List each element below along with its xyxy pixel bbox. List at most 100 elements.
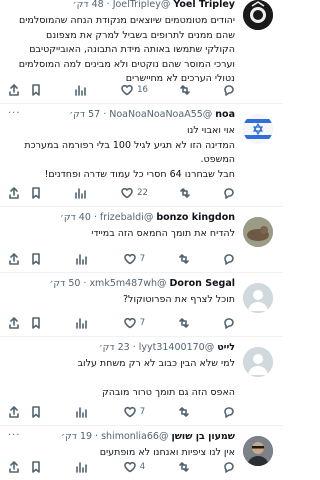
views-button[interactable]	[75, 406, 91, 418]
like-button[interactable]: 4	[123, 461, 146, 473]
tweet-actions: 16	[8, 83, 235, 97]
like-button[interactable]: 7	[123, 253, 145, 265]
share-button[interactable]	[8, 253, 20, 265]
timestamp[interactable]: 23 דק׳	[99, 341, 130, 355]
reply-button[interactable]	[223, 84, 235, 96]
bookmark-icon	[32, 187, 40, 199]
views-button[interactable]	[74, 187, 90, 199]
bookmark-button[interactable]	[30, 406, 42, 418]
share-button[interactable]	[8, 317, 20, 329]
author-handle[interactable]: @lyyt31400170	[139, 341, 214, 355]
heart-icon	[123, 317, 136, 329]
avatar[interactable]	[243, 0, 273, 30]
author-name[interactable]: noa	[215, 108, 235, 122]
reply-icon	[224, 188, 234, 199]
tweet-text: להדיח את תומך החמאס הזה במיידי	[8, 227, 235, 242]
author-name[interactable]: Doron Segal	[170, 277, 235, 291]
views-button[interactable]	[75, 461, 91, 473]
reply-icon	[224, 462, 234, 473]
author-handle[interactable]: @xmk5m487wh	[89, 277, 166, 291]
views-button[interactable]	[75, 317, 91, 329]
views-icon	[76, 407, 87, 418]
tweet-actions: 7	[8, 252, 235, 266]
retweet-button[interactable]	[179, 187, 191, 199]
tweet[interactable]: noa @NoaNoaNoaNoaA55 · 57 דק׳ ··· אוי וא…	[0, 104, 283, 207]
timestamp[interactable]: 48 דק׳	[73, 0, 104, 12]
tweet-text: למי שלא הבין כבוב לא רק משחת עלוב האפס ה…	[8, 357, 235, 401]
reply-icon	[224, 318, 234, 329]
retweet-button[interactable]	[178, 253, 190, 265]
reply-button[interactable]	[223, 406, 235, 418]
views-button[interactable]	[74, 84, 90, 96]
more-options-icon[interactable]: ···	[8, 430, 21, 441]
like-count: 4	[139, 462, 146, 472]
author-name[interactable]: שמעון בן שושן	[171, 430, 235, 444]
timestamp[interactable]: 19 דק׳	[61, 430, 92, 444]
share-button[interactable]	[8, 187, 20, 199]
bookmark-button[interactable]	[30, 461, 42, 473]
more-options-icon[interactable]: ···	[8, 108, 21, 119]
reply-button[interactable]	[223, 187, 235, 199]
bookmark-button[interactable]	[30, 84, 42, 96]
avatar[interactable]	[243, 347, 273, 377]
text-line: המשפט.	[200, 154, 235, 165]
retweet-icon	[179, 407, 189, 417]
views-icon	[76, 462, 87, 473]
text-line	[8, 372, 235, 387]
timestamp[interactable]: 40 דק׳	[60, 211, 91, 225]
author-handle[interactable]: @NoaNoaNoaNoaA55	[109, 108, 212, 122]
share-button[interactable]	[8, 461, 20, 473]
timestamp[interactable]: 50 דק׳	[49, 277, 80, 291]
retweet-button[interactable]	[179, 84, 191, 96]
views-icon	[76, 254, 87, 265]
heart-icon	[121, 187, 133, 199]
separator-dot: ·	[93, 212, 97, 223]
avatar[interactable]	[243, 114, 273, 144]
share-icon	[9, 406, 19, 418]
retweet-icon	[180, 85, 191, 95]
author-name[interactable]: לייט	[217, 341, 235, 355]
author-name[interactable]: bonzo kingdon	[156, 211, 235, 225]
author-handle[interactable]: @shimonlia66	[101, 430, 168, 444]
reply-button[interactable]	[223, 461, 235, 473]
tweet[interactable]: bonzo kingdon @frizebaldi · 40 דק׳ להדיח…	[0, 207, 283, 273]
text-line: להדיח את תומך החמאס הזה במיידי	[91, 228, 235, 239]
share-button[interactable]	[8, 84, 20, 96]
like-button[interactable]: 7	[123, 406, 145, 418]
tweet-actions: 4	[8, 460, 235, 474]
timestamp[interactable]: 57 דק׳	[69, 108, 100, 122]
text-line: שהם ממנים לתרופים בשביל למרק את מצפונם	[46, 29, 235, 41]
avatar[interactable]	[243, 436, 273, 466]
tweet[interactable]: שמעון בן שושן @shimonlia66 · 19 דק׳ ··· …	[0, 426, 283, 480]
author-handle[interactable]: @JoelTripley	[113, 0, 171, 12]
tweet-text: אין לנו ציפיות ואנחנו לא מופתעים	[8, 446, 235, 461]
bookmark-icon	[32, 253, 40, 265]
text-line: יהודים מטומטמים שיוצאים מנקודת הנחה שהמו…	[18, 15, 235, 26]
bookmark-button[interactable]	[30, 253, 42, 265]
retweet-button[interactable]	[178, 317, 190, 329]
retweet-button[interactable]	[178, 461, 190, 473]
reply-button[interactable]	[223, 253, 235, 265]
like-button[interactable]: 22	[121, 187, 148, 199]
separator-dot: ·	[132, 342, 136, 353]
views-button[interactable]	[75, 253, 91, 265]
author-handle[interactable]: @frizebaldi	[100, 211, 153, 225]
reply-icon	[224, 85, 234, 96]
like-button[interactable]: 7	[123, 317, 145, 329]
text-line: המדינה הזו לא תגיע לגיל 100 בלי רפורמה ב…	[24, 139, 235, 151]
like-button[interactable]: 16	[121, 84, 148, 96]
bookmark-icon	[32, 84, 40, 96]
share-button[interactable]	[8, 406, 20, 418]
reply-icon	[224, 254, 234, 265]
avatar[interactable]	[243, 217, 273, 247]
bookmark-button[interactable]	[30, 187, 42, 199]
text-line: תוכל לצרף את הפרוטוקול?	[123, 294, 235, 305]
tweet[interactable]: לייט @lyyt31400170 · 23 דק׳ למי שלא הבין…	[0, 337, 283, 426]
reply-button[interactable]	[223, 317, 235, 329]
retweet-button[interactable]	[178, 406, 190, 418]
bookmark-button[interactable]	[30, 317, 42, 329]
avatar[interactable]	[243, 283, 273, 313]
tweet[interactable]: Doron Segal @xmk5m487wh · 50 דק׳ תוכל לצ…	[0, 273, 283, 337]
tweet[interactable]: Yoel Tripley @JoelTripley · 48 דק׳ יהודי…	[0, 0, 283, 104]
author-name[interactable]: Yoel Tripley	[173, 0, 235, 12]
